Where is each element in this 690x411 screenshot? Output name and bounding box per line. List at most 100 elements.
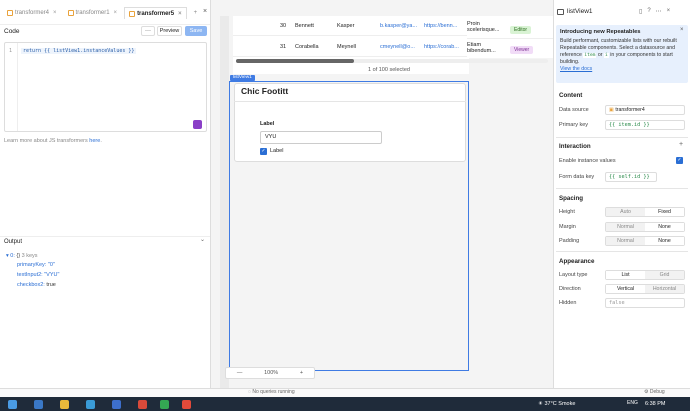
formkey-input[interactable]: {{ self.id }} <box>605 172 657 182</box>
dismiss-banner-icon[interactable]: × <box>680 27 684 33</box>
status-bar <box>0 388 690 397</box>
margin-label: Margin <box>559 224 576 230</box>
bug-icon: ⚙ <box>644 389 649 395</box>
chrome-icon[interactable] <box>182 400 191 409</box>
direction-label: Direction <box>559 286 581 292</box>
editor-gutter <box>17 43 18 131</box>
chrome-icon[interactable] <box>160 400 169 409</box>
output-title: Output <box>4 238 23 245</box>
datasource-label: Data source <box>559 107 589 113</box>
taskbar <box>0 397 690 411</box>
transformer-icon <box>7 10 13 16</box>
more-button[interactable]: ··· <box>141 26 155 36</box>
canvas-gutter <box>220 16 229 388</box>
close-icon[interactable]: × <box>178 11 182 17</box>
enable-instance-label: Enable instance values <box>559 158 616 164</box>
listview-icon <box>557 8 564 15</box>
line-number: 1 <box>9 48 13 54</box>
inspector-divider[interactable] <box>553 0 554 388</box>
text-input[interactable]: VYU <box>260 131 382 144</box>
role-badge-editor: Editor <box>510 26 532 34</box>
preview-button[interactable]: Preview <box>157 26 182 36</box>
primarykey-label: Primary key <box>559 122 589 128</box>
margin-toggle[interactable]: Normal None <box>605 222 685 232</box>
output-row: primaryKey: "0" <box>17 262 55 268</box>
help-icon[interactable]: ? <box>647 8 650 15</box>
vscode-icon[interactable] <box>112 400 121 409</box>
tab-transformer4[interactable]: transformer4 × <box>3 7 61 19</box>
weather-widget[interactable]: ☀ 37°C Smoke <box>538 401 575 407</box>
input-label: Label <box>260 121 275 127</box>
app-icon[interactable] <box>138 400 147 409</box>
close-icon[interactable]: × <box>667 8 671 15</box>
language-indicator[interactable]: ENG <box>627 400 638 406</box>
app-icon[interactable] <box>86 400 95 409</box>
view-docs-link[interactable]: View the docs <box>560 66 592 72</box>
close-panel-icon[interactable]: × <box>203 8 207 15</box>
start-icon[interactable] <box>8 400 17 409</box>
output-row: textInput2: "VYU" <box>17 272 60 278</box>
files-icon[interactable] <box>60 400 69 409</box>
zoom-in-button[interactable]: + <box>300 370 303 376</box>
scrollbar-thumb[interactable] <box>236 59 354 63</box>
query-status: ◌ No queries running <box>248 389 295 395</box>
chevron-down-icon[interactable]: ⌄ <box>200 236 205 243</box>
section-appearance-title: Appearance <box>559 258 595 265</box>
more-icon[interactable]: ⋯ <box>656 8 662 15</box>
checkbox-label: Label <box>270 148 284 154</box>
close-icon[interactable]: × <box>114 10 118 16</box>
clock[interactable]: 6:38 PM <box>645 401 665 407</box>
debug-button[interactable]: ⚙ Debug <box>644 389 665 395</box>
padding-toggle[interactable]: Normal None <box>605 236 685 246</box>
hidden-label: Hidden <box>559 300 577 306</box>
zoom-level: 100% <box>264 370 279 376</box>
code-title: Code <box>4 28 20 35</box>
transformer-icon <box>129 10 136 17</box>
role-badge-viewer: Viewer <box>510 46 534 54</box>
tab-transformer5[interactable]: transformer5 × <box>124 7 187 19</box>
formkey-label: Form data key <box>559 174 595 180</box>
padding-label: Padding <box>559 238 580 244</box>
inspector-header: listView1 <box>557 8 593 15</box>
table: 30 Bennett Kasper b.kasper@ya... https:/… <box>233 16 469 74</box>
code-line[interactable]: return {{ listView1.instanceValues }} <box>21 48 137 54</box>
table-row[interactable]: 31 Corabella Meynell cmeynell@o... https… <box>233 37 469 57</box>
height-label: Height <box>559 209 575 215</box>
zoom-out-button[interactable]: — <box>237 370 243 376</box>
primarykey-input[interactable]: {{ item.id }} <box>605 120 685 130</box>
table-cell-desc: Etiam bibendum... <box>467 42 496 54</box>
section-content-title: Content <box>559 92 583 99</box>
direction-toggle[interactable]: Vertical Horizontal <box>605 284 685 294</box>
inspector-actions: ▯ ? ⋯ × <box>639 8 670 15</box>
hidden-input[interactable]: false <box>605 298 685 308</box>
transformer-icon <box>67 10 74 16</box>
spinner-icon: ◌ <box>248 389 251 395</box>
datasource-select[interactable]: ▣ transformer4 <box>605 105 685 115</box>
output-root[interactable]: ▾ 0: {} 3 keys <box>6 253 38 259</box>
table-cell-desc: Proin scelerisque... <box>467 21 500 33</box>
add-tab-button[interactable]: + <box>190 7 202 19</box>
close-icon[interactable]: × <box>53 10 57 16</box>
output-header[interactable]: Output <box>0 236 210 246</box>
layout-label: Layout type <box>559 272 588 278</box>
add-interaction-button[interactable]: + <box>679 141 683 148</box>
table-row[interactable]: 30 Bennett Kasper b.kasper@ya... https:/… <box>233 16 469 36</box>
ai-assist-icon[interactable] <box>193 120 202 129</box>
edge-icon[interactable] <box>34 400 43 409</box>
listview-tag[interactable]: listView1 <box>230 75 255 81</box>
tab-bar: transformer4 × transformer1 × transformer5… <box>0 6 210 20</box>
learn-more-link[interactable]: here <box>89 138 100 144</box>
section-divider <box>556 251 688 252</box>
enable-instance-checkbox[interactable]: ✓ <box>676 157 683 164</box>
save-button[interactable]: Save <box>185 26 207 36</box>
checkbox[interactable]: ✓ <box>260 148 267 155</box>
height-toggle[interactable]: Auto Fixed <box>605 207 685 217</box>
book-icon[interactable]: ▯ <box>639 8 642 15</box>
layout-toggle[interactable]: List Grid <box>605 270 685 280</box>
code-editor[interactable]: 1 return {{ listView1.instanceValues }} <box>4 42 207 132</box>
output-row: checkbox2: true <box>17 282 56 288</box>
tab-transformer1[interactable]: transformer1 × <box>64 7 122 19</box>
card-title: Chic Footitt <box>241 86 289 96</box>
section-divider <box>556 137 688 138</box>
learn-more-text: Learn more about JS transformers here. <box>4 138 102 144</box>
